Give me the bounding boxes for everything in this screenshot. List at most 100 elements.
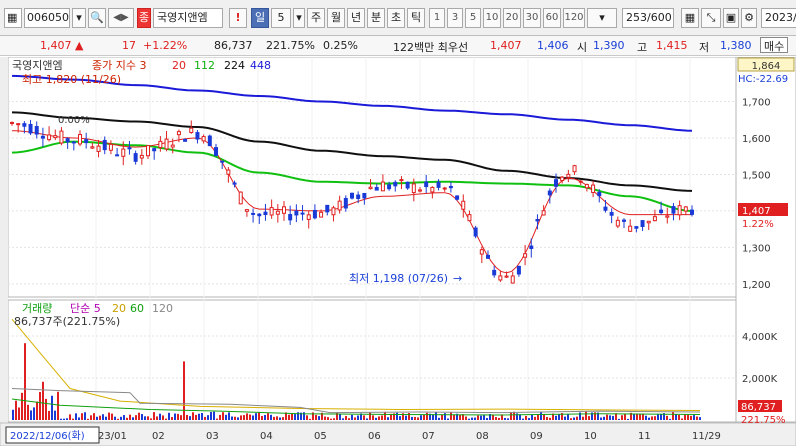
volume-bar <box>555 415 557 420</box>
stock-name-field[interactable]: 국영지앤엠 <box>153 8 223 28</box>
volume-bar <box>117 418 119 420</box>
code-dropdown-icon[interactable]: ▾ <box>72 8 86 28</box>
legend-ma112[interactable]: 112 <box>194 59 215 72</box>
period-day-button[interactable]: 일 <box>251 8 269 28</box>
volume-legend-title[interactable]: 거래량 <box>22 302 52 315</box>
chart-area[interactable]: 1,7001,6001,5001,4001,3001,2004,000K2,00… <box>0 56 796 446</box>
menu-icon[interactable]: ▦ <box>4 8 22 28</box>
interval-20-button[interactable]: 20 <box>503 8 521 28</box>
volume-bar <box>378 416 380 420</box>
candle-body <box>628 225 633 232</box>
volume-bar <box>330 418 332 420</box>
volume-bar <box>342 418 344 420</box>
volume-bar <box>183 361 185 420</box>
volume-bar <box>201 412 203 420</box>
volume-bar <box>450 412 452 420</box>
interval-60-button[interactable]: 60 <box>543 8 561 28</box>
volume-bar <box>93 413 95 420</box>
volume-bar <box>537 414 539 420</box>
candle-body <box>121 148 126 157</box>
page-counter-field[interactable]: 253/600 <box>622 8 674 28</box>
candle-body <box>486 254 490 259</box>
volume-bar <box>396 412 398 420</box>
low-arrow-icon: → <box>453 272 462 285</box>
period-count-input[interactable]: 5 <box>271 8 291 28</box>
volume-legend-ma60[interactable]: 60 <box>130 302 144 315</box>
candle-body <box>294 210 299 216</box>
volume-bar <box>357 415 359 420</box>
volume-bar <box>384 411 386 420</box>
x-tick-label: 05 <box>314 431 327 442</box>
legend-close[interactable]: 종가 지수 3 <box>92 59 146 72</box>
period-month-button[interactable]: 월 <box>327 8 345 28</box>
period-count-dropdown-icon[interactable]: ▾ <box>293 8 305 28</box>
interval-30-button[interactable]: 30 <box>523 8 541 28</box>
volume-value: 86,737 <box>214 39 253 52</box>
alert-button[interactable]: ! <box>229 8 247 28</box>
x-tick-label: 06 <box>368 431 381 442</box>
resize-icon[interactable]: ⤡ <box>701 8 721 28</box>
legend-ma224[interactable]: 224 <box>224 59 245 72</box>
price-tick-label: 1,600 <box>742 134 771 145</box>
chart-title: 국영지앤엠 <box>12 59 63 72</box>
candle-body <box>78 134 82 145</box>
interval-1-button[interactable]: 1 <box>429 8 445 28</box>
volume-bar <box>228 412 230 420</box>
interval-120-button[interactable]: 120 <box>563 8 585 28</box>
candle-body <box>436 181 441 188</box>
interval-5-button[interactable]: 5 <box>465 8 481 28</box>
chart-svg[interactable]: 1,7001,6001,5001,4001,3001,2004,000K2,00… <box>0 56 796 446</box>
buy-button[interactable]: 매수 <box>760 37 789 53</box>
volume-ratio: 221.75% <box>266 39 315 52</box>
volume-bar <box>486 418 488 420</box>
volume-legend-ma5[interactable]: 단순 5 <box>70 302 101 315</box>
volume-bar <box>327 417 329 420</box>
candle-body <box>331 207 336 216</box>
candle-body <box>275 210 280 215</box>
volume-bar <box>636 413 638 420</box>
candle-body <box>16 123 21 126</box>
volume-bar <box>432 414 434 420</box>
price-tick-label: 1,200 <box>742 280 771 291</box>
candle-body <box>47 134 52 141</box>
volume-bar <box>66 418 68 420</box>
period-week-button[interactable]: 주 <box>307 8 325 28</box>
volume-bar <box>171 417 173 420</box>
volume-bar <box>417 417 419 420</box>
candle-body <box>677 205 682 216</box>
high-price: 1,415 <box>656 39 688 52</box>
candle-body <box>634 226 639 229</box>
volume-bar <box>108 412 110 420</box>
period-year-button[interactable]: 년 <box>347 8 365 28</box>
volume-legend-ma120[interactable]: 120 <box>152 302 173 315</box>
date-input[interactable]: 2023/ <box>761 8 796 28</box>
interval-10-button[interactable]: 10 <box>483 8 501 28</box>
interval-3-button[interactable]: 3 <box>447 8 463 28</box>
volume-bar <box>57 391 59 420</box>
volume-bar <box>246 413 248 420</box>
settings-icon[interactable]: ⚙ <box>741 8 757 28</box>
volume-bar <box>282 417 284 420</box>
volume-bar <box>399 416 401 420</box>
candle-body <box>578 180 583 183</box>
volume-bar <box>12 409 14 420</box>
stock-code-input[interactable]: 006050 <box>24 8 70 28</box>
search-icon[interactable]: 🔍 <box>88 8 106 28</box>
legend-ma448[interactable]: 448 <box>250 59 271 72</box>
candle-body <box>442 187 447 190</box>
candle-body <box>195 132 200 140</box>
prev-next-arrows-icon[interactable]: ◀▶ <box>108 8 134 28</box>
x-tick-label: 04 <box>260 431 273 442</box>
volume-bar <box>42 381 44 420</box>
volume-legend-ma20[interactable]: 20 <box>112 302 126 315</box>
volume-bar <box>150 418 152 420</box>
save-icon[interactable]: ▣ <box>723 8 739 28</box>
period-tick-button[interactable]: 틱 <box>407 8 425 28</box>
period-minute-button[interactable]: 분 <box>367 8 385 28</box>
volume-bar <box>351 414 353 420</box>
legend-ma20[interactable]: 20 <box>172 59 186 72</box>
grid-icon[interactable]: ▦ <box>681 8 699 28</box>
volume-bar <box>507 418 509 420</box>
interval-custom-dropdown[interactable]: ▾ <box>587 8 617 28</box>
period-second-button[interactable]: 초 <box>387 8 405 28</box>
